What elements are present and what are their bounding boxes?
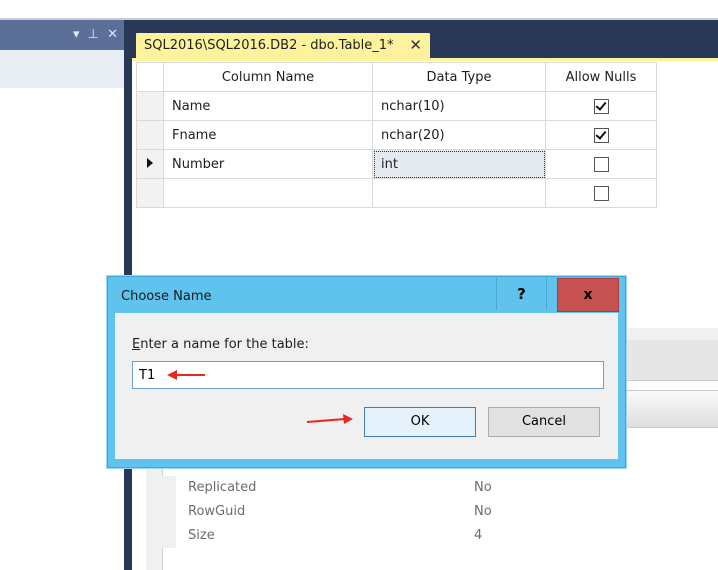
- cell-allow-nulls[interactable]: [545, 91, 657, 121]
- row-selector-header: [136, 62, 164, 92]
- row-selector[interactable]: [136, 149, 164, 179]
- row-selector[interactable]: [136, 120, 164, 150]
- cell-column-name[interactable]: Name: [163, 91, 373, 121]
- property-gutter: [162, 500, 176, 524]
- tab-title: SQL2016\SQL2016.DB2 - dbo.Table_1*: [144, 38, 394, 53]
- column-grid: Column Name Data Type Allow Nulls Name n…: [136, 62, 657, 208]
- table-row[interactable]: Number int: [136, 149, 657, 179]
- red-arrow-annotation-icon: [306, 414, 353, 424]
- prompt-text: nter a name for the table:: [140, 337, 309, 352]
- tab-close-icon[interactable]: ✕: [409, 36, 422, 54]
- top-strip: [0, 0, 718, 20]
- property-name: Replicated: [188, 480, 257, 495]
- close-button[interactable]: x: [557, 278, 619, 312]
- property-name: RowGuid: [188, 504, 246, 519]
- dialog-title: Choose Name: [121, 289, 212, 304]
- dialog-body: Enter a name for the table: OK Cancel: [115, 313, 618, 459]
- table-row[interactable]: [136, 178, 657, 208]
- cell-allow-nulls[interactable]: [545, 178, 657, 208]
- tab-table-designer[interactable]: SQL2016\SQL2016.DB2 - dbo.Table_1* ✕: [136, 33, 430, 58]
- property-gutter: [162, 524, 176, 548]
- cell-data-type[interactable]: nchar(10): [372, 91, 546, 121]
- property-name: Size: [188, 528, 215, 543]
- cell-allow-nulls[interactable]: [545, 120, 657, 150]
- access-key: E: [132, 337, 141, 352]
- allow-nulls-checkbox[interactable]: [593, 127, 609, 143]
- grid-header-row: Column Name Data Type Allow Nulls: [136, 62, 657, 92]
- property-gutter: [162, 476, 176, 500]
- cell-data-type[interactable]: int: [372, 149, 546, 179]
- property-row[interactable]: Size 4: [162, 524, 718, 548]
- allow-nulls-checkbox[interactable]: [593, 185, 609, 201]
- choose-name-dialog: Choose Name ? x Enter a name for the tab…: [107, 276, 626, 468]
- allow-nulls-checkbox[interactable]: [593, 156, 609, 172]
- table-row[interactable]: Name nchar(10): [136, 91, 657, 121]
- header-column-name[interactable]: Column Name: [163, 62, 373, 92]
- cell-column-name[interactable]: [163, 178, 373, 208]
- cancel-button[interactable]: Cancel: [488, 407, 600, 437]
- red-arrow-annotation-icon: [167, 370, 205, 380]
- row-selector[interactable]: [136, 91, 164, 121]
- cell-data-type[interactable]: nchar(20): [372, 120, 546, 150]
- cell-allow-nulls[interactable]: [545, 149, 657, 179]
- table-row[interactable]: Fname nchar(20): [136, 120, 657, 150]
- table-name-label: Enter a name for the table:: [132, 337, 309, 352]
- ok-button[interactable]: OK: [364, 407, 476, 437]
- cell-column-name[interactable]: Fname: [163, 120, 373, 150]
- property-value[interactable]: No: [474, 504, 492, 519]
- left-panel-toolbar: [0, 50, 124, 88]
- cell-column-name[interactable]: Number: [163, 149, 373, 179]
- property-row[interactable]: Replicated No: [162, 476, 718, 500]
- header-allow-nulls[interactable]: Allow Nulls: [545, 62, 657, 92]
- help-button[interactable]: ?: [496, 278, 547, 310]
- property-value[interactable]: No: [474, 480, 492, 495]
- panel-pin-controls-icon[interactable]: ▾ ⊥ ✕: [73, 27, 120, 42]
- allow-nulls-checkbox[interactable]: [593, 98, 609, 114]
- row-selector[interactable]: [136, 178, 164, 208]
- cell-data-type[interactable]: [372, 178, 546, 208]
- current-row-arrow-icon: [147, 157, 153, 168]
- property-value[interactable]: 4: [474, 528, 482, 543]
- property-row[interactable]: RowGuid No: [162, 500, 718, 524]
- left-panel-titlebar: ▾ ⊥ ✕: [0, 20, 128, 50]
- header-data-type[interactable]: Data Type: [372, 62, 546, 92]
